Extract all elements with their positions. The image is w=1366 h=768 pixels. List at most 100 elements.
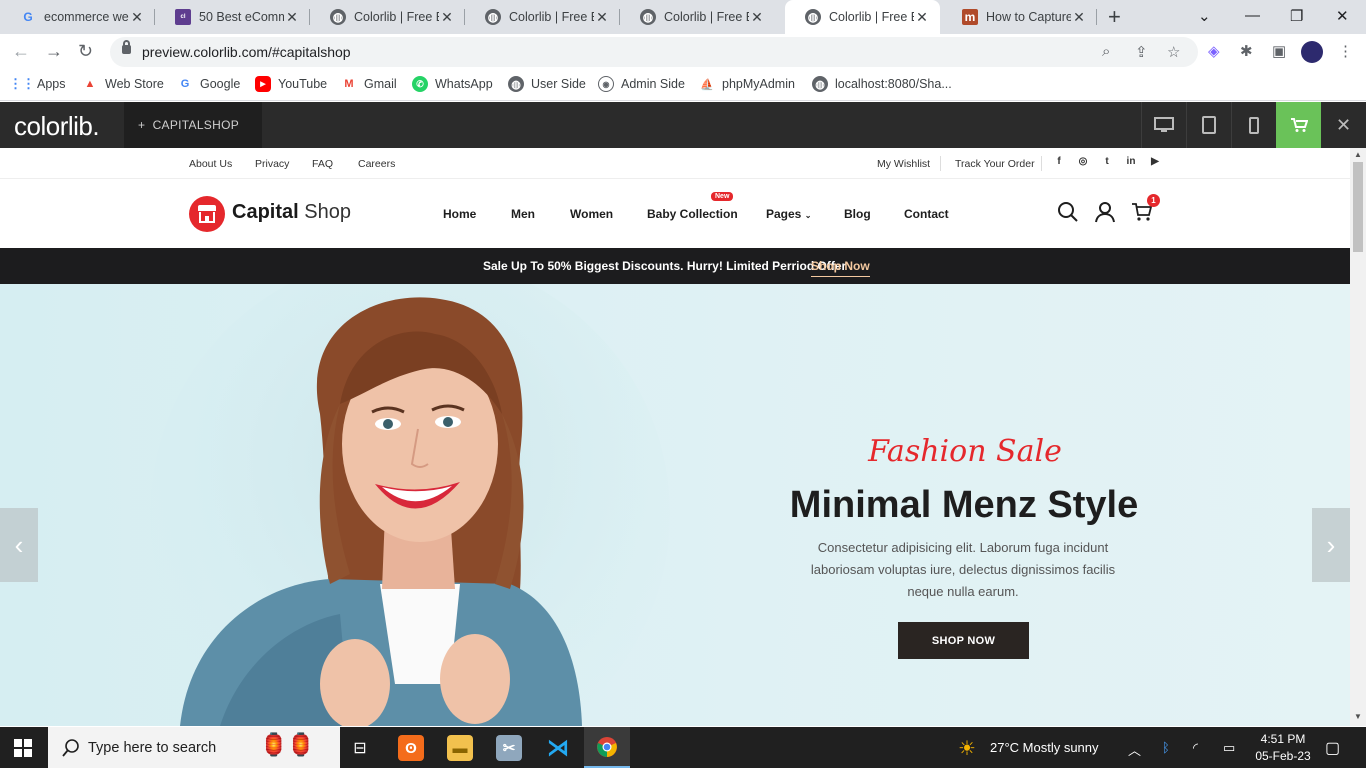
mobile-view-button[interactable] [1231, 102, 1276, 148]
chrome-taskbar-button[interactable] [584, 727, 630, 768]
shop-now-button[interactable]: SHOP NOW [898, 622, 1029, 659]
tab-title: How to Capture [986, 10, 1071, 24]
careers-link[interactable]: Careers [358, 158, 395, 170]
google-icon: G [180, 78, 190, 90]
shop-now-link[interactable]: Shop Now [811, 259, 870, 277]
scroll-thumb[interactable] [1353, 162, 1363, 252]
scroll-down-icon[interactable]: ▼ [1354, 712, 1362, 721]
puzzle-icon[interactable]: ✱ [1240, 42, 1253, 60]
tablet-view-button[interactable] [1186, 102, 1231, 148]
nav-baby-collection[interactable]: Baby Collection [647, 207, 738, 221]
chrome-icon [597, 737, 617, 757]
scroll-up-icon[interactable]: ▲ [1354, 150, 1362, 159]
close-tab-icon[interactable]: ✕ [439, 9, 455, 26]
zoom-icon[interactable]: ⌕ [1102, 43, 1110, 60]
taskbar-search[interactable]: Type here to search 🏮🏮 [48, 727, 340, 768]
wifi-icon[interactable]: ◜ [1193, 740, 1198, 756]
nav-blog[interactable]: Blog [844, 207, 871, 221]
tab-search-icon[interactable]: ⌄ [1198, 7, 1211, 25]
nav-women[interactable]: Women [570, 207, 613, 221]
bookmark-google[interactable]: G Google [177, 76, 241, 92]
bluetooth-icon[interactable]: ᛒ [1162, 740, 1170, 755]
weather-text[interactable]: 27°C Mostly sunny [990, 740, 1099, 755]
close-tab-icon[interactable]: ✕ [284, 9, 300, 26]
profile-avatar[interactable] [1301, 41, 1323, 63]
bookmark-youtube[interactable]: ▶ YouTube [255, 76, 327, 92]
site-logo[interactable]: Capital Shop [232, 201, 351, 224]
bookmark-localhost[interactable]: ◍ localhost:8080/Sha... [812, 76, 952, 92]
browser-tab[interactable]: G ecommerce webs ✕ [0, 0, 155, 34]
bookmark-phpmyadmin[interactable]: ⛵ phpMyAdmin [699, 76, 795, 92]
extension-icon[interactable]: ◈ [1208, 42, 1220, 60]
browser-tab-active[interactable]: ◍ Colorlib | Free Bo ✕ [785, 0, 940, 34]
bookmark-admin-side[interactable]: ◉ Admin Side [598, 76, 685, 92]
globe-icon: ◍ [485, 9, 501, 25]
close-tab-icon[interactable]: ✕ [594, 9, 610, 26]
menu-dots-icon[interactable]: ⋮ [1338, 42, 1353, 60]
bookmark-web-store[interactable]: ▲ Web Store [82, 76, 164, 92]
tab-title: ecommerce webs [44, 10, 129, 24]
privacy-link[interactable]: Privacy [255, 158, 289, 170]
close-preview-icon[interactable]: ✕ [1321, 102, 1366, 148]
forward-icon[interactable]: → [45, 41, 63, 62]
bookmark-gmail[interactable]: M Gmail [341, 76, 396, 92]
vscode-icon[interactable]: ⋊ [545, 735, 571, 761]
my-wishlist-link[interactable]: My Wishlist [877, 158, 930, 170]
close-window-icon[interactable]: ✕ [1336, 7, 1349, 25]
bookmark-user-side[interactable]: ◍ User Side [508, 76, 586, 92]
file-explorer-icon[interactable]: ▬ [447, 735, 473, 761]
notifications-icon[interactable]: ▢ [1325, 738, 1340, 758]
new-tab-button[interactable]: + [1108, 4, 1121, 30]
windows-start-icon[interactable] [14, 739, 32, 757]
bookmark-star-icon[interactable]: ☆ [1167, 43, 1180, 61]
facebook-icon[interactable]: f [1053, 156, 1065, 168]
linkedin-icon[interactable]: in [1125, 156, 1137, 168]
search-icon[interactable] [1057, 201, 1079, 223]
buy-theme-button[interactable] [1276, 102, 1321, 148]
browser-tab[interactable]: ◍ Colorlib | Free Bo ✕ [310, 0, 465, 34]
close-tab-icon[interactable]: ✕ [129, 9, 145, 26]
faq-link[interactable]: FAQ [312, 158, 333, 170]
show-hidden-icons[interactable]: ︿ [1128, 740, 1141, 759]
weather-icon[interactable]: ☀ [958, 736, 976, 761]
browser-tab[interactable]: ◍ Colorlib | Free Bo ✕ [465, 0, 620, 34]
bookmark-whatsapp[interactable]: ✆ WhatsApp [412, 76, 493, 92]
track-order-link[interactable]: Track Your Order [955, 158, 1035, 170]
screenshot-tool-icon[interactable]: ✂ [496, 735, 522, 761]
instagram-icon[interactable]: ◎ [1077, 156, 1089, 168]
close-tab-icon[interactable]: ✕ [914, 9, 930, 26]
minimize-icon[interactable]: — [1245, 7, 1260, 24]
nav-home[interactable]: Home [443, 207, 476, 221]
page-scrollbar[interactable]: ▲ ▼ [1350, 148, 1366, 726]
bookmark-label: localhost:8080/Sha... [835, 77, 952, 91]
browser-tab[interactable]: m How to Capture ✕ [942, 0, 1097, 34]
browser-tab[interactable]: cl 50 Best eComme ✕ [155, 0, 310, 34]
user-icon[interactable] [1094, 201, 1116, 223]
system-clock[interactable]: 4:51 PM 05-Feb-23 [1248, 731, 1318, 765]
task-view-icon[interactable]: ⊟ [347, 735, 373, 761]
bookmark-apps[interactable]: ⋮⋮ Apps [9, 76, 66, 92]
nav-men[interactable]: Men [511, 207, 535, 221]
back-icon[interactable]: ← [12, 41, 30, 62]
colorlib-logo[interactable]: colorlib. [14, 111, 100, 142]
url-text[interactable]: preview.colorlib.com/#capitalshop [142, 44, 351, 60]
reload-icon[interactable]: ↻ [78, 41, 93, 62]
nav-contact[interactable]: Contact [904, 207, 949, 221]
youtube-icon[interactable]: ▶ [1149, 156, 1161, 168]
address-bar[interactable]: preview.colorlib.com/#capitalshop ⌕ ⇪ ☆ [110, 37, 1198, 67]
battery-icon[interactable]: ▭ [1223, 740, 1235, 756]
nav-pages[interactable]: Pages ⌄ [766, 207, 811, 221]
theme-selector[interactable]: + CAPITALSHOP [124, 102, 262, 148]
browser-tab[interactable]: ◍ Colorlib | Free Bo ✕ [620, 0, 775, 34]
close-tab-icon[interactable]: ✕ [1071, 9, 1087, 26]
twitter-icon[interactable]: t [1101, 156, 1113, 168]
shop-logo-icon[interactable] [189, 196, 225, 232]
restore-icon[interactable]: ❐ [1290, 7, 1303, 25]
close-tab-icon[interactable]: ✕ [749, 9, 765, 26]
desktop-view-button[interactable] [1141, 102, 1186, 148]
tab-title: Colorlib | Free Bo [664, 10, 749, 24]
xampp-icon[interactable]: ʘ [398, 735, 424, 761]
about-us-link[interactable]: About Us [189, 158, 232, 170]
side-panel-icon[interactable]: ▣ [1272, 42, 1286, 60]
share-icon[interactable]: ⇪ [1135, 43, 1148, 61]
